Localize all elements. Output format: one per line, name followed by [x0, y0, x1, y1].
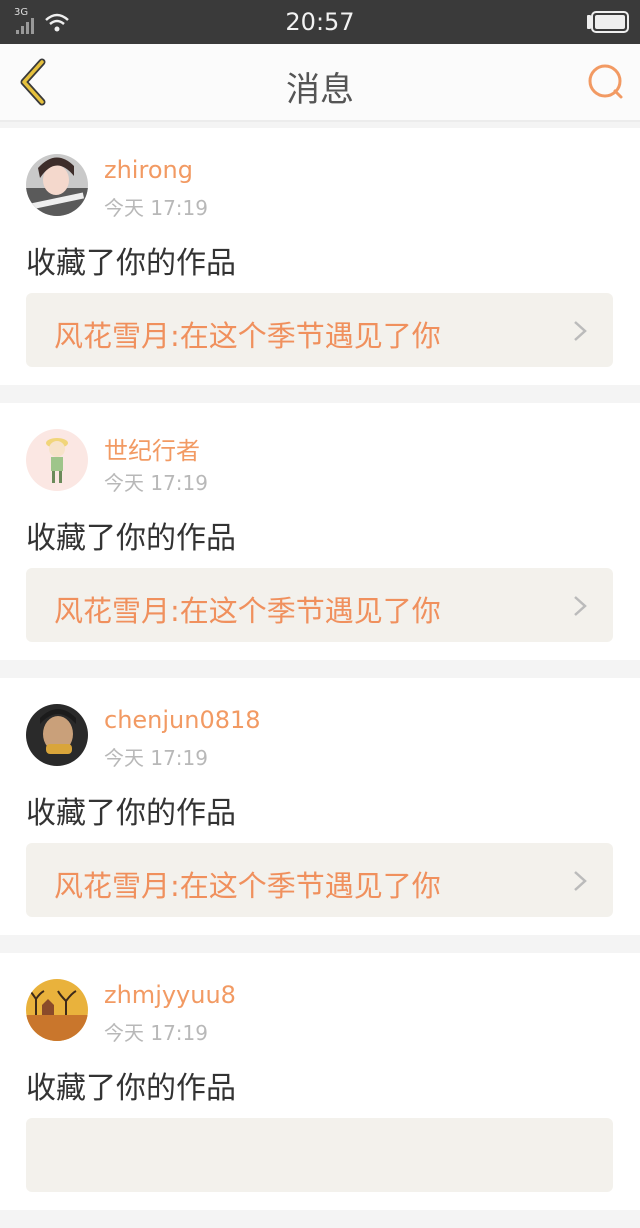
username[interactable]: 世纪行者 — [104, 431, 200, 466]
username[interactable]: chenjun0818 — [104, 706, 261, 734]
timestamp: 今天 17:19 — [104, 1021, 208, 1045]
status-bar: 3G 20:57 — [0, 0, 640, 44]
timestamp: 今天 17:19 — [104, 471, 208, 495]
nav-bar: 消息 — [0, 44, 640, 122]
chevron-right-icon — [574, 871, 587, 891]
search-icon[interactable] — [586, 62, 626, 102]
work-title: 风花雪月:在这个季节遇见了你 — [54, 869, 441, 903]
work-title: 风花雪月:在这个季节遇见了你 — [54, 594, 441, 628]
timestamp: 今天 17:19 — [104, 196, 208, 220]
message-card: zhmjyyuu8 今天 17:19 收藏了你的作品 — [0, 953, 640, 1210]
action-text: 收藏了你的作品 — [26, 521, 236, 556]
avatar[interactable] — [26, 429, 88, 491]
work-title: 风花雪月:在这个季节遇见了你 — [54, 319, 441, 353]
timestamp: 今天 17:19 — [104, 746, 208, 770]
message-list: zhirong 今天 17:19 收藏了你的作品 风花雪月:在这个季节遇见了你 … — [0, 128, 640, 1228]
work-link[interactable]: 风花雪月:在这个季节遇见了你 — [26, 843, 613, 917]
action-text: 收藏了你的作品 — [26, 796, 236, 831]
action-text: 收藏了你的作品 — [26, 1071, 236, 1106]
work-link[interactable]: 风花雪月:在这个季节遇见了你 — [26, 293, 613, 367]
avatar[interactable] — [26, 704, 88, 766]
username[interactable]: zhmjyyuu8 — [104, 981, 236, 1009]
page-title: 消息 — [286, 70, 354, 110]
message-card: zhirong 今天 17:19 收藏了你的作品 风花雪月:在这个季节遇见了你 — [0, 128, 640, 385]
chevron-right-icon — [574, 596, 587, 616]
action-text: 收藏了你的作品 — [26, 246, 236, 281]
chevron-right-icon — [574, 321, 587, 341]
avatar[interactable] — [26, 154, 88, 216]
work-link[interactable] — [26, 1118, 613, 1192]
work-link[interactable]: 风花雪月:在这个季节遇见了你 — [26, 568, 613, 642]
message-card: 世纪行者 今天 17:19 收藏了你的作品 风花雪月:在这个季节遇见了你 — [0, 403, 640, 660]
username[interactable]: zhirong — [104, 156, 193, 184]
battery-icon — [587, 11, 629, 33]
avatar[interactable] — [26, 979, 88, 1041]
message-card: chenjun0818 今天 17:19 收藏了你的作品 风花雪月:在这个季节遇… — [0, 678, 640, 935]
clock: 20:57 — [285, 8, 355, 36]
